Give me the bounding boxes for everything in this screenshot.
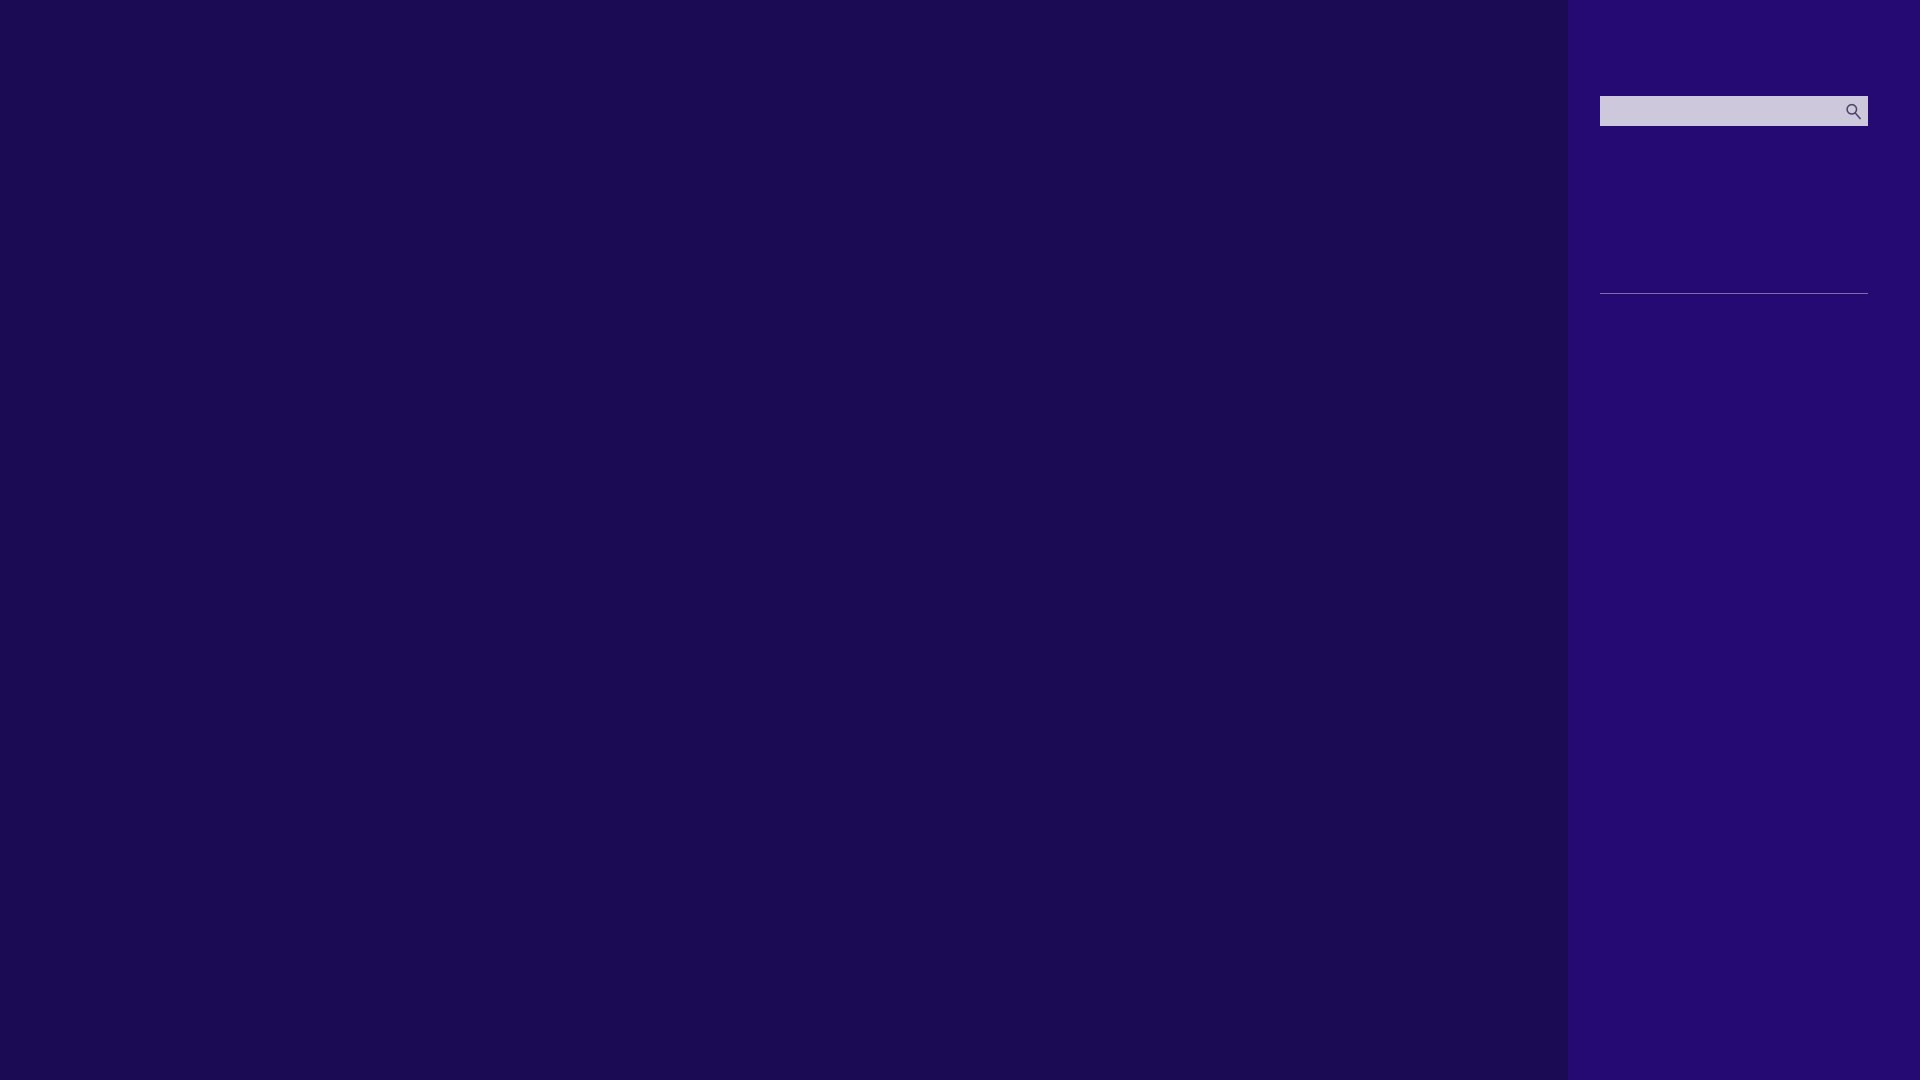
divider — [1600, 293, 1868, 294]
search-box[interactable] — [1600, 96, 1868, 126]
search-charm-panel — [1568, 0, 1920, 1080]
search-icon[interactable] — [1838, 97, 1868, 125]
search-input[interactable] — [1600, 102, 1838, 120]
settings-results-pane — [0, 0, 1568, 1080]
windows-search-screen — [0, 0, 1920, 1080]
